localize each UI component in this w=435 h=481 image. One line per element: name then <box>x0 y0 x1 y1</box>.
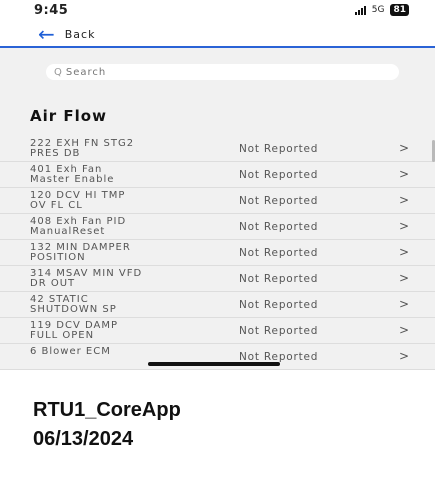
caption: RTU1_CoreApp 06/13/2024 <box>33 396 181 454</box>
point-status: Not Reported <box>239 195 319 207</box>
search-input[interactable] <box>65 66 366 78</box>
arrow-left-icon: ← <box>38 22 55 46</box>
point-status: Not Reported <box>239 169 319 181</box>
battery-icon: 81 <box>390 4 409 16</box>
point-name: 401 Exh Fan Master Enable <box>30 164 115 185</box>
chevron-right-icon: > <box>399 193 410 207</box>
list-item[interactable]: 120 DCV HI TMP OV FL CL Not Reported > <box>0 188 435 214</box>
point-name: 119 DCV DAMP FULL OPEN <box>30 320 118 341</box>
point-status: Not Reported <box>239 273 319 285</box>
list-item[interactable]: 222 EXH FN STG2 PRES DB Not Reported > <box>0 136 435 162</box>
caption-date: 06/13/2024 <box>33 428 134 450</box>
nav-bar: ← Back <box>0 22 435 48</box>
point-name: 120 DCV HI TMP OV FL CL <box>30 190 126 211</box>
point-status: Not Reported <box>239 247 319 259</box>
signal-icon <box>354 5 366 15</box>
point-name: 408 Exh Fan PID ManualReset <box>30 216 127 237</box>
point-name: 42 STATIC SHUTDOWN SP <box>30 294 117 315</box>
phone-screen: 9:45 5G 81 ← Back Q Air Flow 222 EXH FN … <box>0 0 435 370</box>
status-bar: 9:45 5G 81 <box>0 0 435 22</box>
point-name: 132 MIN DAMPER POSITION <box>30 242 131 263</box>
back-button[interactable]: ← Back <box>38 22 96 46</box>
chevron-right-icon: > <box>399 245 410 259</box>
point-name: 6 Blower ECM <box>30 346 111 357</box>
back-label: Back <box>64 27 96 41</box>
status-time: 9:45 <box>34 3 69 18</box>
status-indicators: 5G 81 <box>354 4 409 16</box>
point-status: Not Reported <box>239 143 319 155</box>
chevron-right-icon: > <box>399 271 410 285</box>
point-status: Not Reported <box>239 299 319 311</box>
list-item[interactable]: 42 STATIC SHUTDOWN SP Not Reported > <box>0 292 435 318</box>
chevron-right-icon: > <box>399 219 410 233</box>
search-bar[interactable]: Q <box>46 64 399 80</box>
point-name: 222 EXH FN STG2 PRES DB <box>30 138 135 159</box>
chevron-right-icon: > <box>399 297 410 311</box>
caption-app-name: RTU1_CoreApp <box>33 399 181 421</box>
point-status: Not Reported <box>239 221 319 233</box>
content-area: Q Air Flow 222 EXH FN STG2PRES DB Not Re… <box>0 48 435 370</box>
list-item[interactable]: 401 Exh Fan Master Enable Not Reported > <box>0 162 435 188</box>
chevron-right-icon: > <box>399 323 410 337</box>
chevron-right-icon: > <box>399 167 410 181</box>
search-icon: Q <box>54 66 62 78</box>
list-item[interactable]: 314 MSAV MIN VFD DR OUT Not Reported > <box>0 266 435 292</box>
network-label: 5G <box>371 5 385 15</box>
chevron-right-icon: > <box>399 141 410 155</box>
section-title: Air Flow <box>30 107 107 125</box>
list-item[interactable]: 132 MIN DAMPER POSITION Not Reported > <box>0 240 435 266</box>
point-list: 222 EXH FN STG2 PRES DB Not Reported > 40… <box>0 136 435 370</box>
list-item[interactable]: 119 DCV DAMP FULL OPEN Not Reported > <box>0 318 435 344</box>
chevron-right-icon: > <box>399 349 410 363</box>
point-name: 314 MSAV MIN VFD DR OUT <box>30 268 143 289</box>
list-item[interactable]: 6 Blower ECM Not Reported > <box>0 344 435 370</box>
home-indicator[interactable] <box>148 362 280 366</box>
list-item[interactable]: 408 Exh Fan PID ManualReset Not Reported … <box>0 214 435 240</box>
point-status: Not Reported <box>239 325 319 337</box>
